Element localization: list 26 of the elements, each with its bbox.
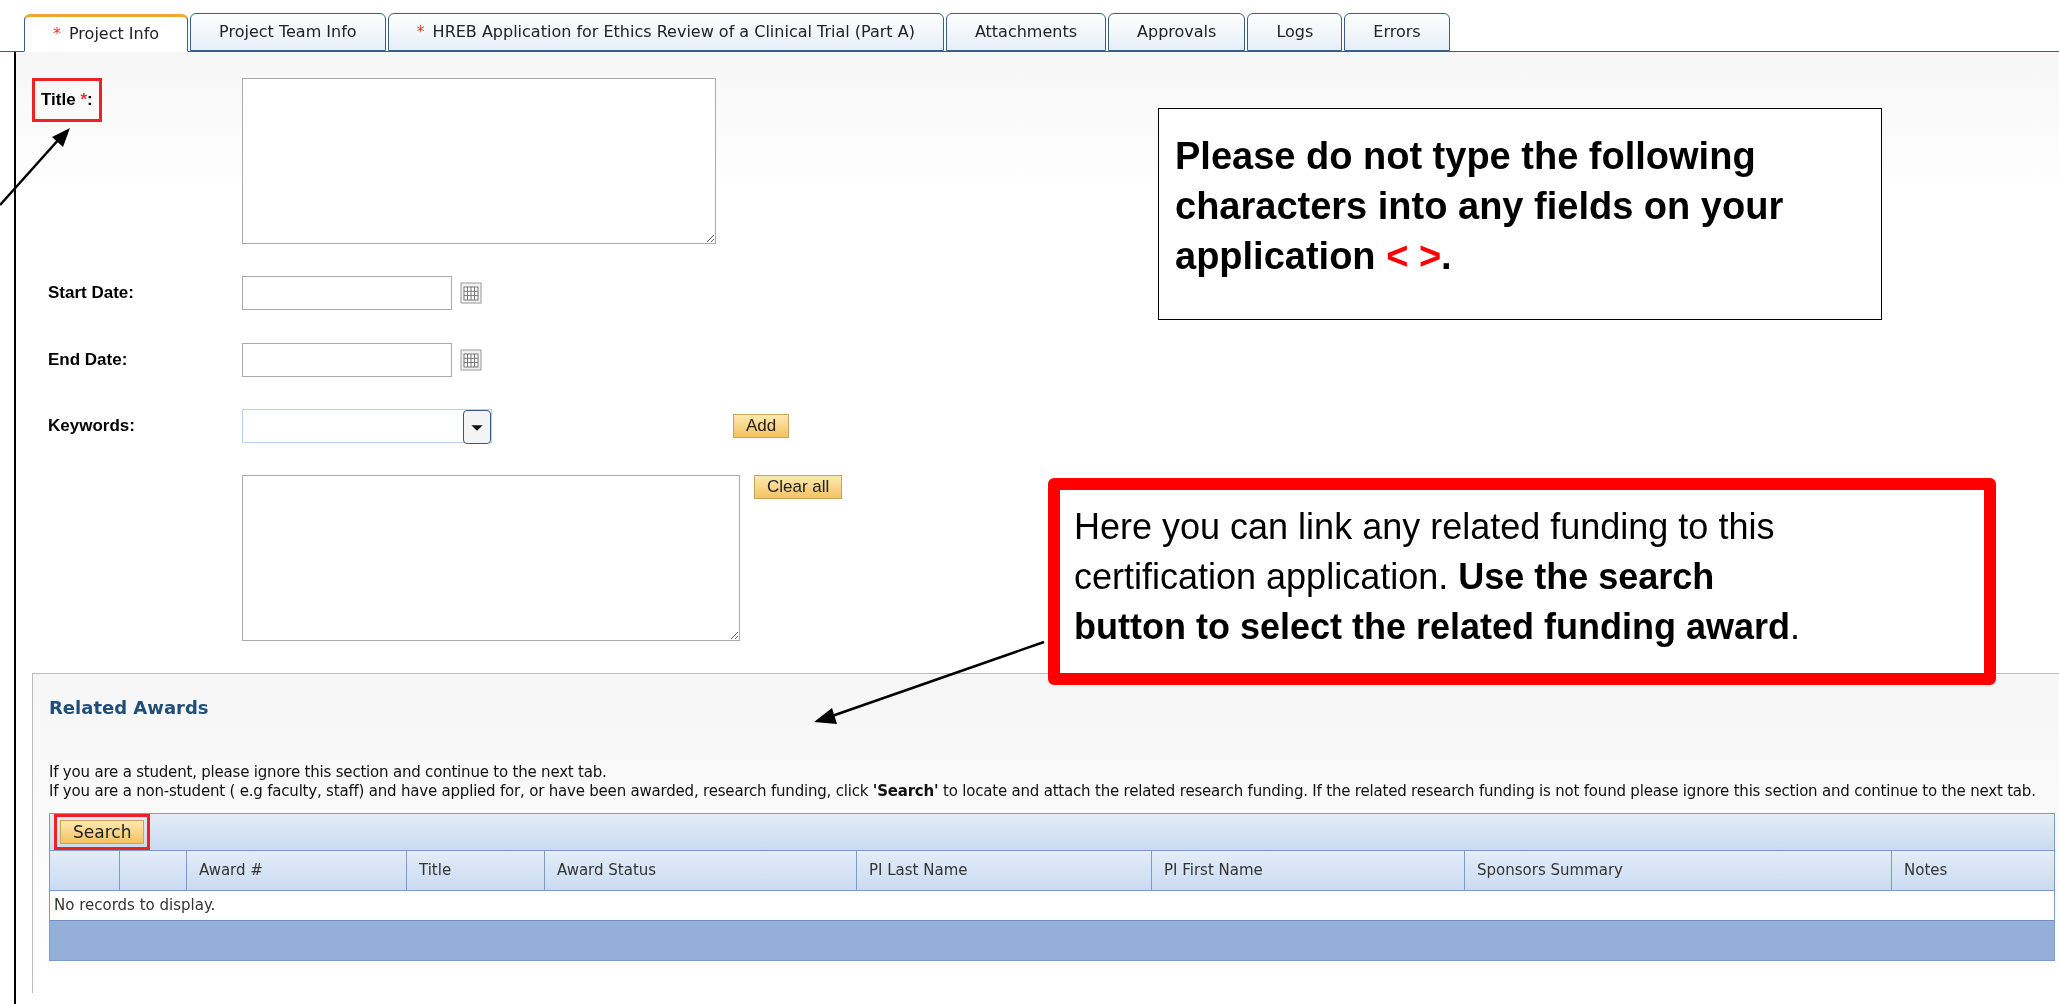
tab[interactable]: Project Team Info xyxy=(190,13,386,51)
calendar-icon[interactable] xyxy=(460,282,482,304)
tab[interactable]: Errors xyxy=(1344,13,1450,51)
tab[interactable]: Attachments xyxy=(945,13,1107,51)
info-text: If you are a student, please ignore this section and continue to the next tab. xyxy=(49,763,608,782)
tab[interactable]: * HREB Application for Ethics Review of a Clinical Trial (Part A) xyxy=(387,13,944,51)
warning-note: Please do not type the following characters into any fields on your application < >. xyxy=(1158,108,1882,320)
column-header[interactable]: Notes xyxy=(1892,851,2054,890)
info-text: If you are a non-student ( e.g faculty, staff) and have applied for, or have been awarded, research funding, click 'Search' to locate and attach the related research funding. If the related research funding is not found please ignore this section and continue to the next tab. xyxy=(49,782,2037,801)
clear-all-button[interactable]: Clear all xyxy=(754,475,843,499)
add-button[interactable]: Add xyxy=(733,414,790,438)
start-date-field[interactable] xyxy=(242,276,452,310)
end-date-label: End Date: xyxy=(47,349,129,372)
empty-table-text: No records to display. xyxy=(54,895,216,917)
callout-note: Here you can link any related funding to this certification application. Use the search button to select the related funding award. xyxy=(1048,478,1996,685)
keywords-label: Keywords: xyxy=(47,415,136,438)
end-date-field[interactable] xyxy=(242,343,452,377)
section-title: Related Awards xyxy=(49,696,210,720)
tab[interactable]: * Project Info xyxy=(24,14,189,52)
dropdown-caret-icon[interactable] xyxy=(463,410,491,444)
search-button[interactable]: Search xyxy=(60,819,145,844)
calendar-icon[interactable] xyxy=(460,349,482,371)
tab[interactable]: Approvals xyxy=(1108,13,1246,51)
tab[interactable]: Logs xyxy=(1247,13,1343,51)
title-label: Title *: xyxy=(32,78,102,122)
start-date-label: Start Date: xyxy=(47,282,135,305)
